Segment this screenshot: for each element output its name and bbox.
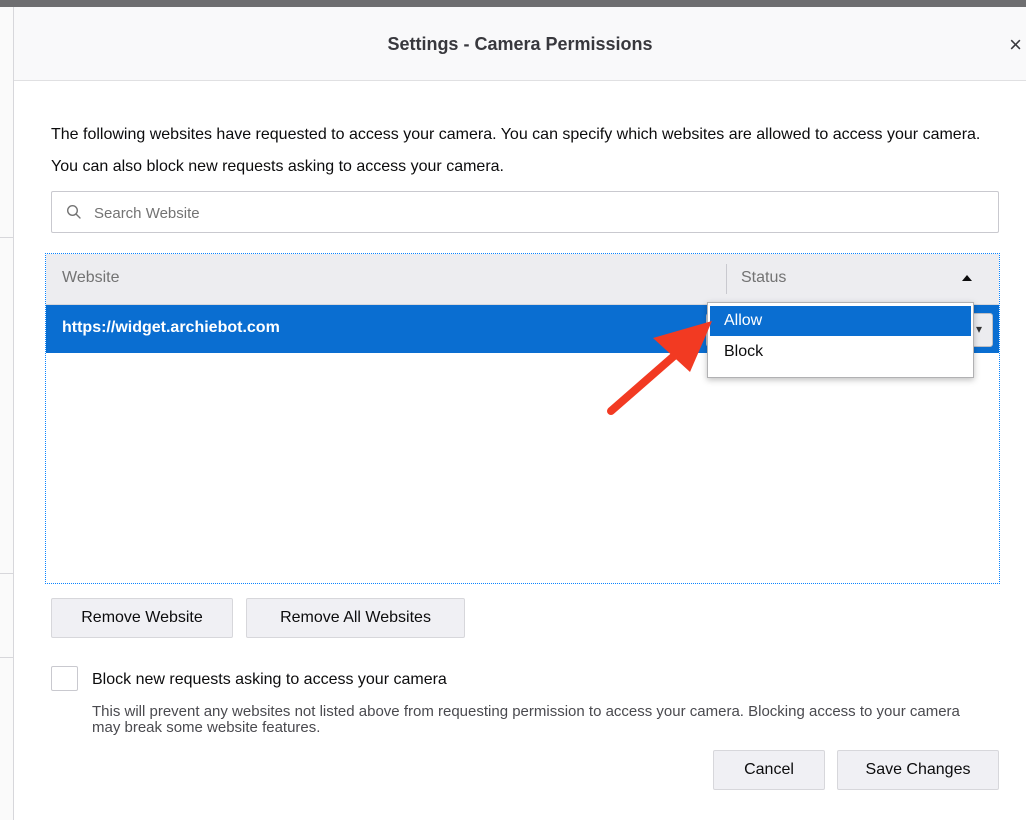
column-header-website[interactable]: Website <box>62 269 120 287</box>
dropdown-option-allow[interactable]: Allow <box>710 306 971 336</box>
dialog-description: The following websites have requested to… <box>51 126 981 175</box>
divider <box>0 237 13 238</box>
dropdown-option-block[interactable]: Block <box>710 337 971 367</box>
camera-permissions-dialog: Settings - Camera Permissions × The foll… <box>14 7 1026 820</box>
search-input[interactable] <box>92 200 976 226</box>
save-changes-button[interactable]: Save Changes <box>837 750 999 790</box>
divider <box>0 573 13 574</box>
table-header: Website Status <box>46 254 999 305</box>
block-new-requests-help: This will prevent any websites not liste… <box>92 703 960 736</box>
dialog-titlebar: Settings - Camera Permissions × <box>14 7 1026 81</box>
block-new-requests-checkbox[interactable] <box>51 666 78 691</box>
chevron-down-icon: ▾ <box>975 322 982 336</box>
status-dropdown-menu: Allow Block <box>707 302 974 378</box>
search-box[interactable] <box>51 191 999 233</box>
search-icon <box>66 204 81 219</box>
dialog-title: Settings - Camera Permissions <box>387 34 653 54</box>
remove-website-button[interactable]: Remove Website <box>51 598 233 638</box>
remove-all-websites-button[interactable]: Remove All Websites <box>246 598 465 638</box>
column-header-status[interactable]: Status <box>741 269 786 287</box>
sort-ascending-icon[interactable] <box>962 275 972 281</box>
row-website-url: https://widget.archiebot.com <box>62 319 280 336</box>
column-divider <box>726 264 727 294</box>
background-top-bar <box>0 0 1026 7</box>
divider <box>0 657 13 658</box>
block-new-requests-label[interactable]: Block new requests asking to access your… <box>92 671 447 689</box>
cancel-button[interactable]: Cancel <box>713 750 825 790</box>
close-icon[interactable]: × <box>1009 34 1022 56</box>
background-left-strip <box>0 7 14 820</box>
